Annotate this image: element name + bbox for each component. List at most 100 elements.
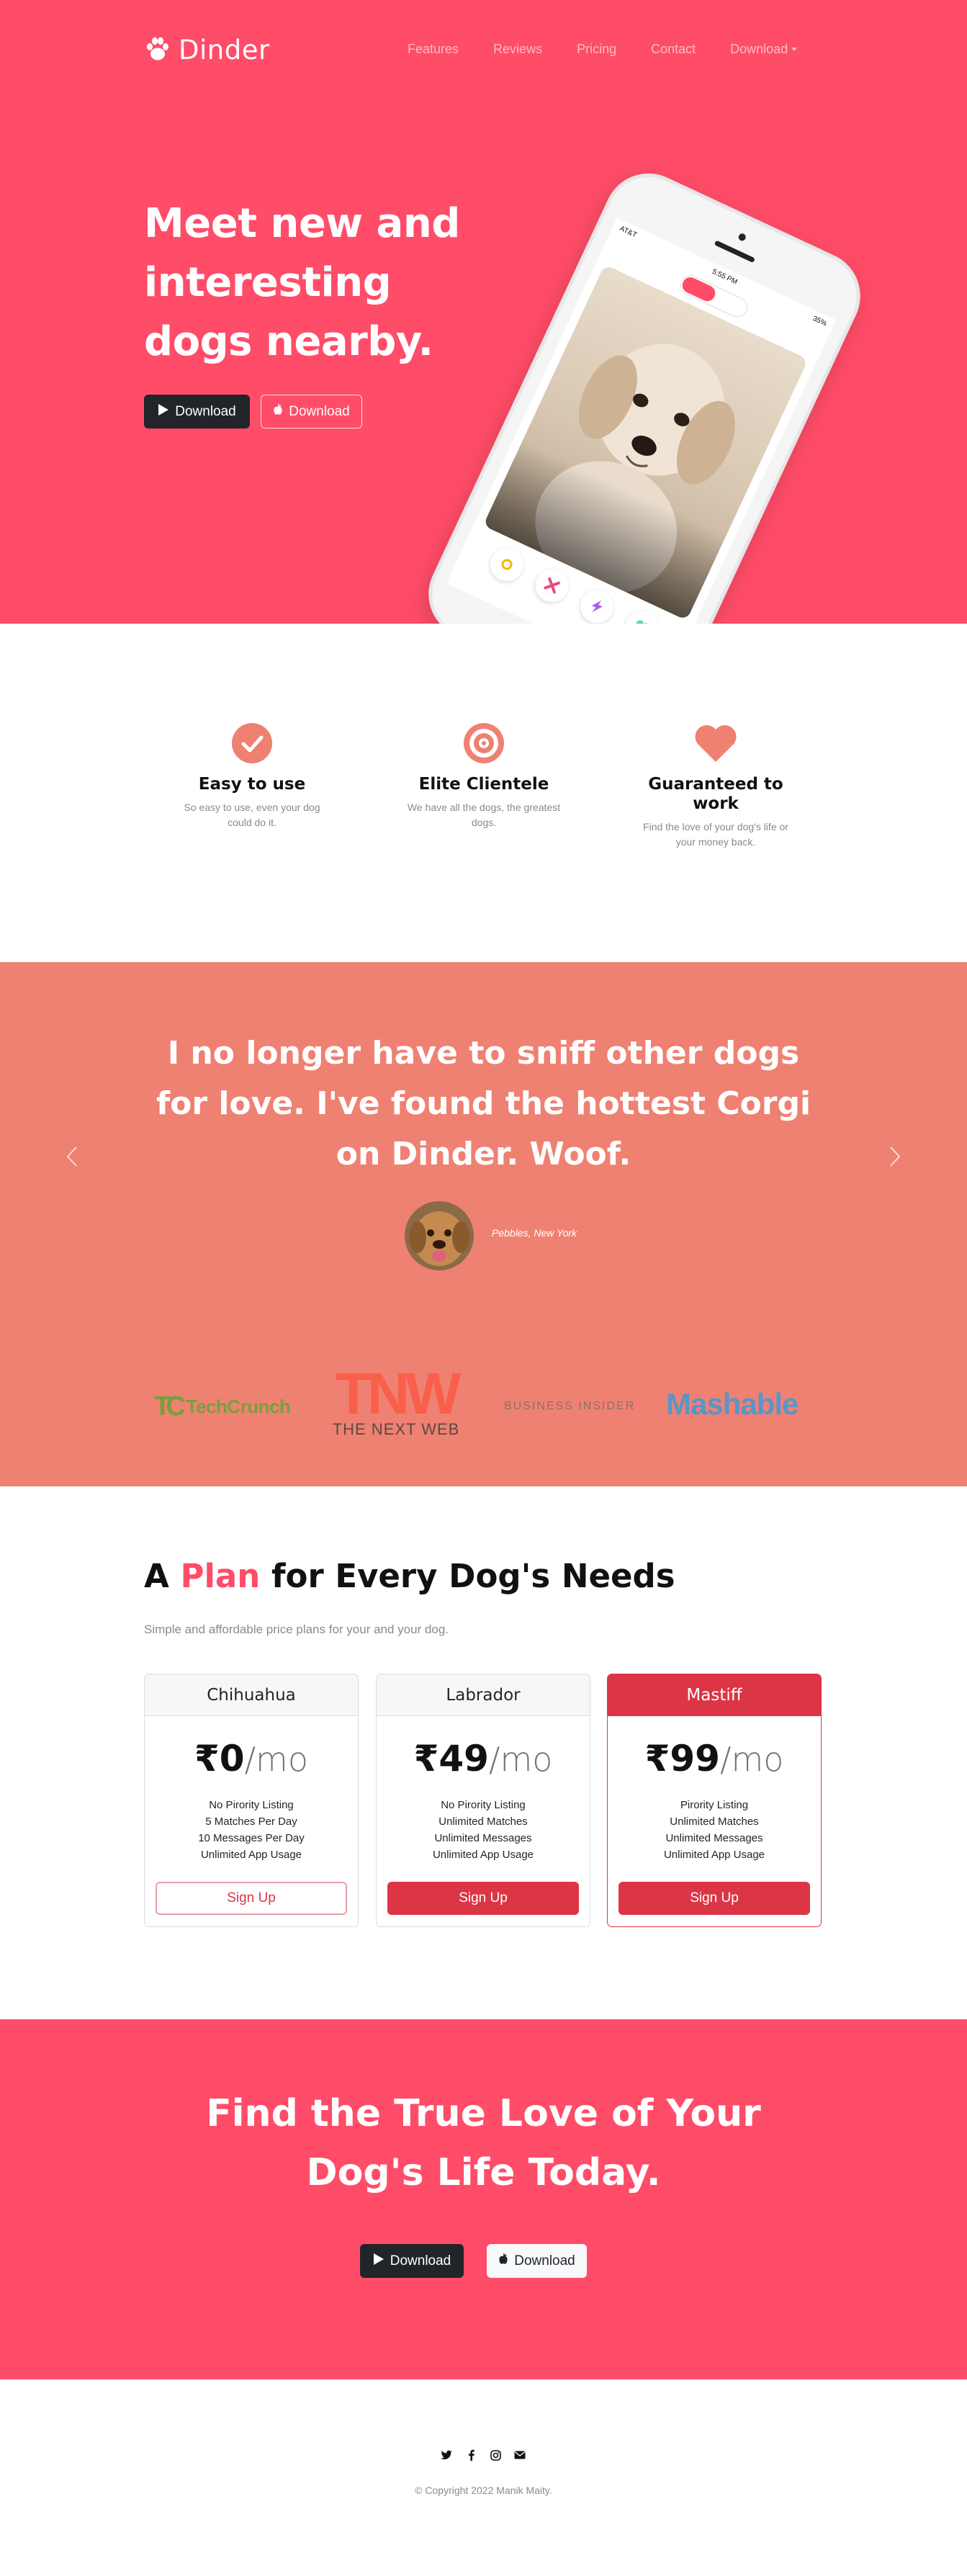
nav-link-features[interactable]: Features bbox=[408, 42, 459, 57]
feature-text: We have all the dogs, the greatest dogs. bbox=[407, 802, 561, 828]
brand-name: Dinder bbox=[179, 35, 270, 66]
navbar-brand[interactable]: Dinder bbox=[144, 35, 270, 66]
plan-feature: Unlimited Messages bbox=[434, 1832, 532, 1844]
techcrunch-logo: TC TechCrunch bbox=[154, 1391, 291, 1422]
like-icon bbox=[619, 605, 664, 624]
envelope-icon[interactable] bbox=[514, 2449, 526, 2461]
pricing-subtitle: Simple and affordable price plans for yo… bbox=[144, 1623, 449, 1636]
techcrunch-mark: TC bbox=[154, 1391, 186, 1422]
nav-dropdown-download[interactable]: Download bbox=[730, 42, 797, 57]
plan-features: Pirority Listing Unlimited Matches Unlim… bbox=[608, 1797, 821, 1863]
phone-battery: 35% bbox=[811, 314, 828, 328]
pricing-card-labrador: Labrador ₹49/mo No Pirority Listing Unli… bbox=[376, 1674, 590, 1927]
hero-download-google-play-button[interactable]: Download bbox=[144, 395, 250, 428]
feature-title: Guaranteed to work bbox=[648, 775, 783, 813]
rewind-icon bbox=[485, 542, 529, 587]
plan-amount: ₹0 bbox=[194, 1738, 245, 1780]
social-links bbox=[441, 2449, 526, 2461]
plan-period: /mo bbox=[244, 1740, 309, 1779]
hero-heading: Meet new and interesting dogs nearby. bbox=[144, 200, 460, 365]
sign-up-button[interactable]: Sign Up bbox=[387, 1882, 579, 1915]
facebook-icon[interactable] bbox=[465, 2449, 477, 2461]
nope-icon bbox=[529, 563, 574, 608]
feature-text: So easy to use, even your dog could do i… bbox=[184, 802, 320, 828]
pricing-heading-end: for Every Dog's Needs bbox=[271, 1557, 675, 1595]
nav-link-pricing[interactable]: Pricing bbox=[577, 42, 616, 57]
button-label: Download bbox=[175, 403, 236, 419]
paw-icon bbox=[144, 36, 171, 65]
phone-mockup-image: AT&T 5:55 PM 35% bbox=[413, 158, 876, 624]
feature-box-elite: Elite Clientele We have all the dogs, th… bbox=[401, 720, 567, 830]
testimonial-avatar bbox=[405, 1201, 474, 1270]
plan-features: No Pirority Listing 5 Matches Per Day 10… bbox=[145, 1797, 358, 1863]
chevron-right-icon bbox=[889, 1146, 901, 1170]
feature-text: Find the love of your dog's life or your… bbox=[643, 821, 788, 848]
tnw-logo: TNW THE NEXT WEB bbox=[324, 1365, 468, 1439]
hero-download-app-store-button[interactable]: Download bbox=[261, 395, 362, 428]
heart-icon bbox=[633, 720, 799, 766]
techcrunch-wordmark: TechCrunch bbox=[186, 1396, 291, 1417]
pricing-card-mastiff: Mastiff ₹99/mo Pirority Listing Unlimite… bbox=[607, 1674, 822, 1927]
copyright-text: © Copyright 2022 Manik Maity. bbox=[415, 2485, 552, 2496]
plan-price: ₹49/mo bbox=[377, 1738, 590, 1780]
plan-price: ₹99/mo bbox=[608, 1738, 821, 1780]
google-play-icon bbox=[373, 2253, 384, 2270]
carousel-next-button[interactable] bbox=[884, 1144, 906, 1172]
plan-name: Labrador bbox=[377, 1674, 590, 1716]
instagram-icon[interactable] bbox=[490, 2449, 501, 2461]
nav-link-reviews[interactable]: Reviews bbox=[493, 42, 542, 57]
pricing-heading-accent: Plan bbox=[180, 1557, 261, 1595]
pricing-section: A Plan for Every Dog's Needs Simple and … bbox=[0, 1486, 967, 2019]
tnw-wordmark: THE NEXT WEB bbox=[332, 1420, 460, 1438]
plan-amount: ₹99 bbox=[644, 1738, 720, 1780]
feature-box-guaranteed: Guaranteed to work Find the love of your… bbox=[633, 720, 799, 850]
title-section: Dinder Features Reviews Pricing Contact … bbox=[0, 0, 967, 624]
plan-name: Mastiff bbox=[608, 1674, 821, 1716]
testimonial-quote: I no longer have to sniff other dogs for… bbox=[156, 1035, 811, 1172]
sign-up-button[interactable]: Sign Up bbox=[156, 1882, 347, 1915]
chevron-left-icon bbox=[66, 1146, 78, 1170]
testimonials-section: I no longer have to sniff other dogs for… bbox=[0, 962, 967, 1486]
cta-download-google-play-button[interactable]: Download bbox=[360, 2244, 464, 2278]
plan-feature: Unlimited App Usage bbox=[663, 1849, 765, 1861]
google-play-icon bbox=[158, 403, 169, 421]
press-logos: TC TechCrunch TNW THE NEXT WEB BUSINESS … bbox=[144, 1365, 823, 1452]
phone-toggle-active bbox=[680, 274, 718, 304]
feature-title: Elite Clientele bbox=[418, 775, 549, 794]
button-label: Download bbox=[289, 403, 350, 419]
pricing-card-chihuahua: Chihuahua ₹0/mo No Pirority Listing 5 Ma… bbox=[144, 1674, 359, 1927]
check-circle-icon bbox=[169, 720, 335, 766]
carousel-prev-button[interactable] bbox=[61, 1144, 83, 1172]
cta-heading: Find the True Love of Your Dog's Life To… bbox=[206, 2092, 761, 2194]
plan-name: Chihuahua bbox=[145, 1674, 358, 1716]
plan-period: /mo bbox=[719, 1740, 784, 1779]
plan-feature: Pirority Listing bbox=[680, 1799, 749, 1811]
apple-icon bbox=[498, 2253, 508, 2269]
main-nav: Features Reviews Pricing Contact Downloa… bbox=[408, 42, 832, 57]
plan-feature: Unlimited Matches bbox=[438, 1816, 528, 1828]
feature-box-easy: Easy to use So easy to use, even your do… bbox=[169, 720, 335, 830]
button-label: Download bbox=[390, 2253, 451, 2268]
mashable-logo: Mashable bbox=[666, 1387, 799, 1421]
boost-icon bbox=[575, 584, 619, 624]
nav-link-contact[interactable]: Contact bbox=[651, 42, 696, 57]
apple-icon bbox=[273, 403, 283, 420]
button-label: Download bbox=[514, 2253, 575, 2268]
pricing-heading: A Plan for Every Dog's Needs bbox=[144, 1557, 675, 1595]
plan-feature: 5 Matches Per Day bbox=[205, 1816, 297, 1828]
plan-feature: Unlimited App Usage bbox=[200, 1849, 302, 1861]
feature-title: Easy to use bbox=[198, 775, 306, 794]
footer: © Copyright 2022 Manik Maity. bbox=[0, 2379, 967, 2576]
plan-feature: No Pirority Listing bbox=[209, 1799, 294, 1811]
sign-up-button[interactable]: Sign Up bbox=[619, 1882, 810, 1915]
cta-section: Find the True Love of Your Dog's Life To… bbox=[0, 2019, 967, 2379]
testimonial-author: Pebbles, New York bbox=[492, 1227, 577, 1239]
plan-price: ₹0/mo bbox=[145, 1738, 358, 1780]
cta-download-app-store-button[interactable]: Download bbox=[487, 2244, 587, 2278]
plan-period: /mo bbox=[488, 1740, 553, 1779]
twitter-icon[interactable] bbox=[441, 2449, 452, 2461]
features-section: Easy to use So easy to use, even your do… bbox=[0, 624, 967, 962]
plan-feature: No Pirority Listing bbox=[441, 1799, 526, 1811]
pricing-heading-start: A bbox=[144, 1557, 169, 1595]
plan-feature: Unlimited App Usage bbox=[432, 1849, 534, 1861]
